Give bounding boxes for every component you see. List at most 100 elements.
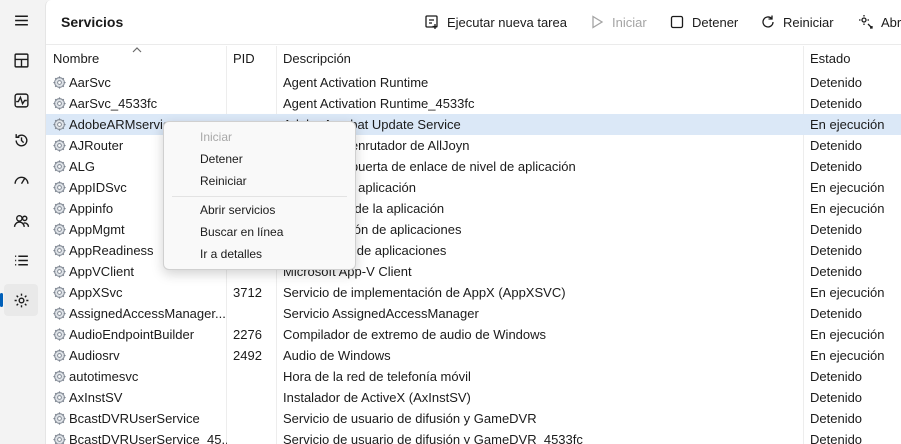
details-list-icon [14,255,28,265]
service-description: Adobe Acrobat Update Service [283,117,461,132]
service-description: Agent Activation Runtime_4533fc [283,96,475,111]
table-row[interactable]: BcastDVRUserService Servicio de usuario d… [46,408,901,429]
table-row[interactable]: autotimesvc Hora de la red de telefonía m… [46,366,901,387]
nav-startup-apps[interactable] [4,164,38,196]
service-name: AssignedAccessManager... [69,306,226,321]
service-description: Instalador de ActiveX (AxInstSV) [283,390,471,405]
context-menu-separator [172,196,347,197]
nav-performance[interactable] [4,84,38,116]
service-description: Servicio de usuario de difusión y GameDV… [283,432,583,444]
hamburger-icon [14,15,28,25]
service-gear-icon [52,285,67,300]
nav-users[interactable] [4,204,38,236]
service-status: Detenido [810,159,863,174]
start-label: Iniciar [612,14,647,30]
table-row[interactable]: BcastDVRUserService_45... Servicio de usu… [46,429,901,444]
service-gear-icon [52,243,67,258]
context-menu-search-online[interactable]: Buscar en línea [200,223,283,241]
new-task-icon [425,15,438,29]
table-row[interactable]: AudioEndpointBuilder 2276 Compilador de ex… [46,324,901,345]
service-status: Detenido [810,411,863,426]
service-name: BcastDVRUserService [69,411,200,426]
service-status: Detenido [810,369,863,384]
service-description: Audio de Windows [283,348,391,363]
nav-app-history[interactable] [4,124,38,156]
service-status: Detenido [810,96,863,111]
service-description: Información de la aplicación [283,201,445,216]
service-gear-icon [52,96,67,111]
service-status: Detenido [810,138,863,153]
open-services-icon [859,15,873,29]
column-header-pid[interactable]: PID [233,48,255,70]
open-services-label: Abr [881,14,901,30]
service-gear-icon [52,159,67,174]
sidebar [0,0,40,444]
service-name: AppXSvc [69,285,123,300]
service-description: Identidad de aplicación [283,180,416,195]
service-status: En ejecución [810,201,885,216]
stop-button[interactable]: Detener [669,12,738,32]
nav-services[interactable] [0,284,38,316]
table-row[interactable]: AssignedAccessManager... Servicio Assigne… [46,303,901,324]
open-services-button[interactable]: Abr [858,12,901,32]
performance-icon [13,92,29,108]
hamburger-menu-button[interactable] [4,4,38,36]
service-status: Detenido [810,390,863,405]
context-menu-stop[interactable]: Detener [200,150,243,168]
service-status: Detenido [810,75,863,90]
service-description: Servicio de implementación de AppX (AppX… [283,285,566,300]
service-gear-icon [52,327,67,342]
service-status: Detenido [810,222,863,237]
restart-button[interactable]: Reiniciar [760,12,834,32]
service-gear-icon [52,348,67,363]
services-gear-icon [14,293,28,307]
service-gear-icon [52,264,67,279]
service-gear-icon [52,306,67,321]
stop-icon [670,15,684,29]
column-header-description[interactable]: Descripción [283,48,351,70]
run-new-task-button[interactable]: Ejecutar nueva tarea [424,12,567,32]
service-status: Detenido [810,432,863,444]
service-status: En ejecución [810,180,885,195]
service-status: En ejecución [810,117,885,132]
service-status: En ejecución [810,327,885,342]
table-row[interactable]: AppXSvc 3712 Servicio de implementación de… [46,282,901,303]
play-icon [592,15,604,29]
page-title: Servicios [61,14,124,30]
service-status: En ejecución [810,348,885,363]
service-gear-icon [52,369,67,384]
service-pid: 3712 [233,285,262,300]
service-status: Detenido [810,264,863,279]
context-menu-open-services[interactable]: Abrir servicios [200,201,275,219]
service-status: Detenido [810,243,863,258]
nav-details[interactable] [4,244,38,276]
service-gear-icon [52,222,67,237]
service-gear-icon [52,75,67,90]
table-row[interactable]: AarSvc Agent Activation Runtime Detenido [46,72,901,93]
speedometer-icon [13,176,29,184]
table-row[interactable]: Audiosrv 2492 Audio de Windows En ejecución [46,345,901,366]
history-icon [14,133,27,146]
context-menu-restart[interactable]: Reiniciar [200,172,247,190]
service-name: AudioEndpointBuilder [69,327,195,342]
processes-icon [13,52,29,68]
column-header-name[interactable]: Nombre [53,48,99,70]
service-description: Servicio de puerta de enlace de nivel de… [283,159,576,174]
start-button[interactable]: Iniciar [589,12,647,32]
table-row[interactable]: AarSvc_4533fc Agent Activation Runtime_45… [46,93,901,114]
restart-icon [762,15,774,28]
table-row[interactable]: AxInstSV Instalador de ActiveX (AxInstSV)… [46,387,901,408]
service-description: Hora de la red de telefonía móvil [283,369,471,384]
service-description: Servicio AssignedAccessManager [283,306,479,321]
column-header-status[interactable]: Estado [810,48,850,70]
sort-ascending-icon [132,42,142,53]
nav-processes[interactable] [4,44,38,76]
service-name: AarSvc [69,75,111,90]
service-status: En ejecución [810,285,885,300]
service-description: Agent Activation Runtime [283,75,429,90]
context-menu-go-to-details[interactable]: Ir a detalles [200,245,262,263]
service-gear-icon [52,201,67,216]
context-menu: Iniciar Detener Reiniciar Abrir servicio… [163,121,356,270]
active-indicator [0,293,3,307]
context-menu-start[interactable]: Iniciar [200,128,232,146]
